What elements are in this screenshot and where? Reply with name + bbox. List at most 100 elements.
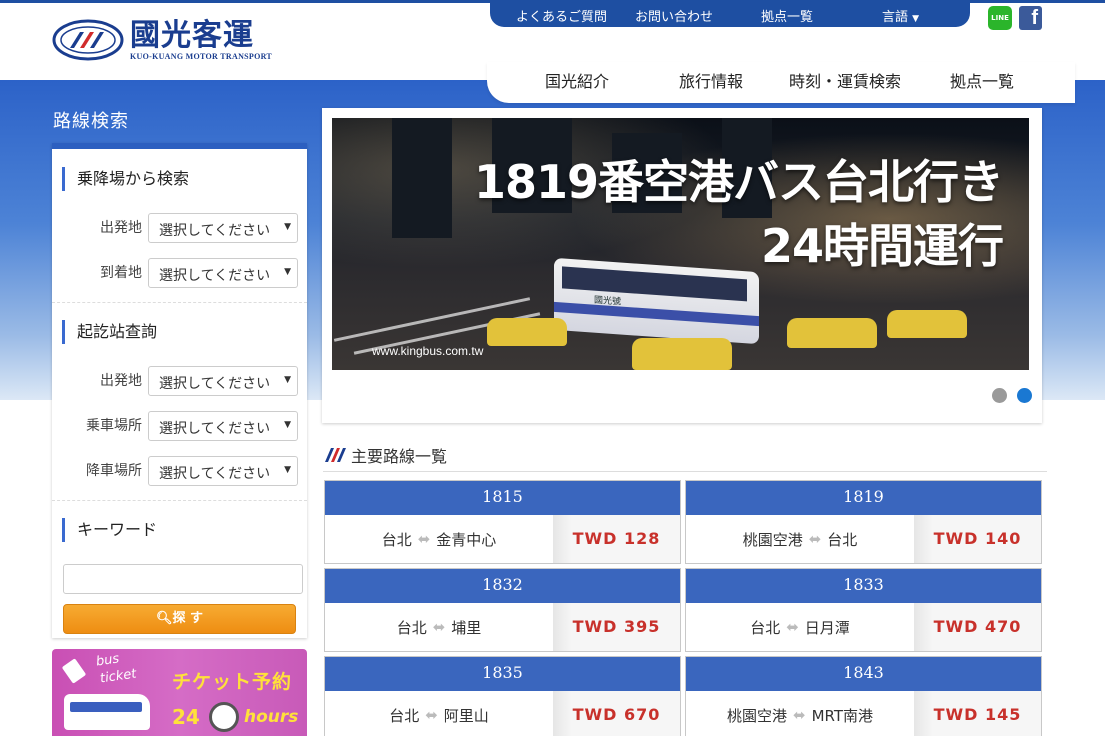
route-card[interactable]: 1835 台北 ⬌ 阿里山 TWD 670 [324,656,681,736]
route-number: 1843 [686,657,1041,691]
route-number: 1815 [325,481,680,515]
bidirectional-arrow-icon: ⬌ [808,530,822,548]
route-to: 台北 [827,530,858,549]
route-path: 桃園空港 ⬌ 台北 [686,515,914,563]
search-button[interactable]: 🔍︎探 す [63,604,296,634]
route-card[interactable]: 1815 台北 ⬌ 金青中心 TWD 128 [324,480,681,564]
ticket-booking-banner[interactable]: bus ticket チケット予約 24 hours [52,649,307,736]
route-card[interactable]: 1832 台北 ⬌ 埔里 TWD 395 [324,568,681,652]
route-to: 金青中心 [436,530,497,549]
logo-chinese-name: 國光客運 [130,17,254,53]
taxi-shape [632,338,732,370]
route-to: 阿里山 [443,706,489,725]
caret-down-icon: ▼ [912,14,920,24]
departure-select-2-value: 選択してください [159,376,271,392]
bus-stripe [554,301,759,327]
nav-timetable[interactable]: 時刻・運賃検索 [789,68,901,92]
keyword-input[interactable] [63,564,303,594]
faq-link[interactable]: よくあるご質問 [516,6,607,25]
site-logo[interactable]: 國光客運 KUO-KUANG MOTOR TRANSPORT [52,18,272,62]
route-card[interactable]: 1833 台北 ⬌ 日月潭 TWD 470 [685,568,1042,652]
language-dropdown[interactable]: 言語 ▼ [882,6,919,25]
bidirectional-arrow-icon: ⬌ [417,530,431,548]
route-path: 台北 ⬌ 金青中心 [325,515,553,563]
banner-ticket-text: ticket [99,666,138,687]
keyword-heading: キーワード [62,518,157,542]
route-path: 台北 ⬌ 日月潭 [686,603,914,651]
bidirectional-arrow-icon: ⬌ [786,618,799,636]
route-from: 桃園空港 [742,530,803,549]
route-price: TWD 145 [914,691,1041,736]
bus-image: 國光號 [554,257,759,345]
stop-search-heading: 乗降場から検索 [62,167,189,191]
building-shape [392,118,452,238]
facebook-icon[interactable]: f [1019,6,1042,30]
route-card[interactable]: 1819 桃園空港 ⬌ 台北 TWD 140 [685,480,1042,564]
section-divider [52,302,307,303]
route-price: TWD 395 [553,603,680,651]
route-price: TWD 670 [553,691,680,736]
slider-dot-2[interactable] [1017,388,1032,403]
contact-link[interactable]: お問い合わせ [635,6,713,25]
terminal-search-heading: 起訖站查詢 [62,320,157,344]
route-from: 桃園空港 [726,706,787,725]
route-number: 1835 [325,657,680,691]
boarding-label: 乗車場所 [86,418,142,434]
logo-english-name: KUO-KUANG MOTOR TRANSPORT [130,51,273,61]
chevron-down-icon: ▼ [284,267,291,277]
route-path: 台北 ⬌ 埔里 [325,603,553,651]
nav-bases[interactable]: 拠点一覧 [950,68,1014,92]
slide-image[interactable]: 國光號 1819番空港バス台北行き 24時間運行 www.kingbus.com… [332,118,1029,370]
route-number: 1832 [325,569,680,603]
route-price: TWD 128 [553,515,680,563]
banner-hours: hours [244,707,299,727]
chevron-down-icon: ▼ [284,465,291,475]
boarding-select[interactable]: 選択してください ▼ [148,411,298,441]
chevron-down-icon: ▼ [284,375,291,385]
route-from: 台北 [381,530,412,549]
route-from: 台北 [750,618,781,637]
route-path: 桃園空港 ⬌ MRT南港 [686,691,914,736]
banner-24: 24 [172,705,200,729]
section-divider [52,500,307,501]
departure-select-2[interactable]: 選択してください ▼ [148,366,298,396]
route-to: MRT南港 [811,706,874,725]
bus-windows [562,266,747,302]
bidirectional-arrow-icon: ⬌ [425,706,438,724]
alighting-select[interactable]: 選択してください ▼ [148,456,298,486]
nav-travel[interactable]: 旅行情報 [679,68,743,92]
route-price: TWD 470 [914,603,1041,651]
chevron-down-icon: ▼ [284,420,291,430]
banner-bus-text: bus [95,651,121,670]
hero-slider: 國光號 1819番空港バス台北行き 24時間運行 www.kingbus.com… [322,108,1042,423]
route-price: TWD 140 [914,515,1041,563]
taxi-shape [887,310,967,338]
utility-nav: よくあるご質問 お問い合わせ 拠点一覧 言語 ▼ [490,0,970,27]
arrival-select[interactable]: 選択してください ▼ [148,258,298,288]
departure-label: 出発地 [100,220,142,236]
slide-headline-1: 1819番空港バス台北行き [473,155,1004,209]
taxi-shape [787,318,877,348]
locations-link[interactable]: 拠点一覧 [761,6,813,25]
taxi-shape [487,318,567,346]
banner-title: チケット予約 [172,671,293,693]
bus-side-text: 國光號 [594,295,622,308]
ticket-tag-icon [61,658,87,684]
departure-select-value: 選択してください [159,223,271,239]
bidirectional-arrow-icon: ⬌ [432,618,446,636]
route-number: 1833 [686,569,1041,603]
slide-headline-2: 24時間運行 [760,219,1004,273]
nav-about[interactable]: 国光紹介 [545,68,609,92]
alighting-label: 降車場所 [86,463,142,479]
departure-select[interactable]: 選択してください ▼ [148,213,298,243]
slide-url: www.kingbus.com.tw [372,344,484,358]
search-button-label: 探 す [172,611,204,626]
bidirectional-arrow-icon: ⬌ [793,706,806,724]
line-icon[interactable]: LINE [988,6,1012,30]
slider-dot-1[interactable] [992,388,1007,403]
route-card[interactable]: 1843 桃園空港 ⬌ MRT南港 TWD 145 [685,656,1042,736]
route-number: 1819 [686,481,1041,515]
language-label: 言語 [882,10,909,25]
route-from: 台北 [396,618,427,637]
main-nav: 国光紹介 旅行情報 時刻・運賃検索 拠点一覧 [487,62,1075,103]
